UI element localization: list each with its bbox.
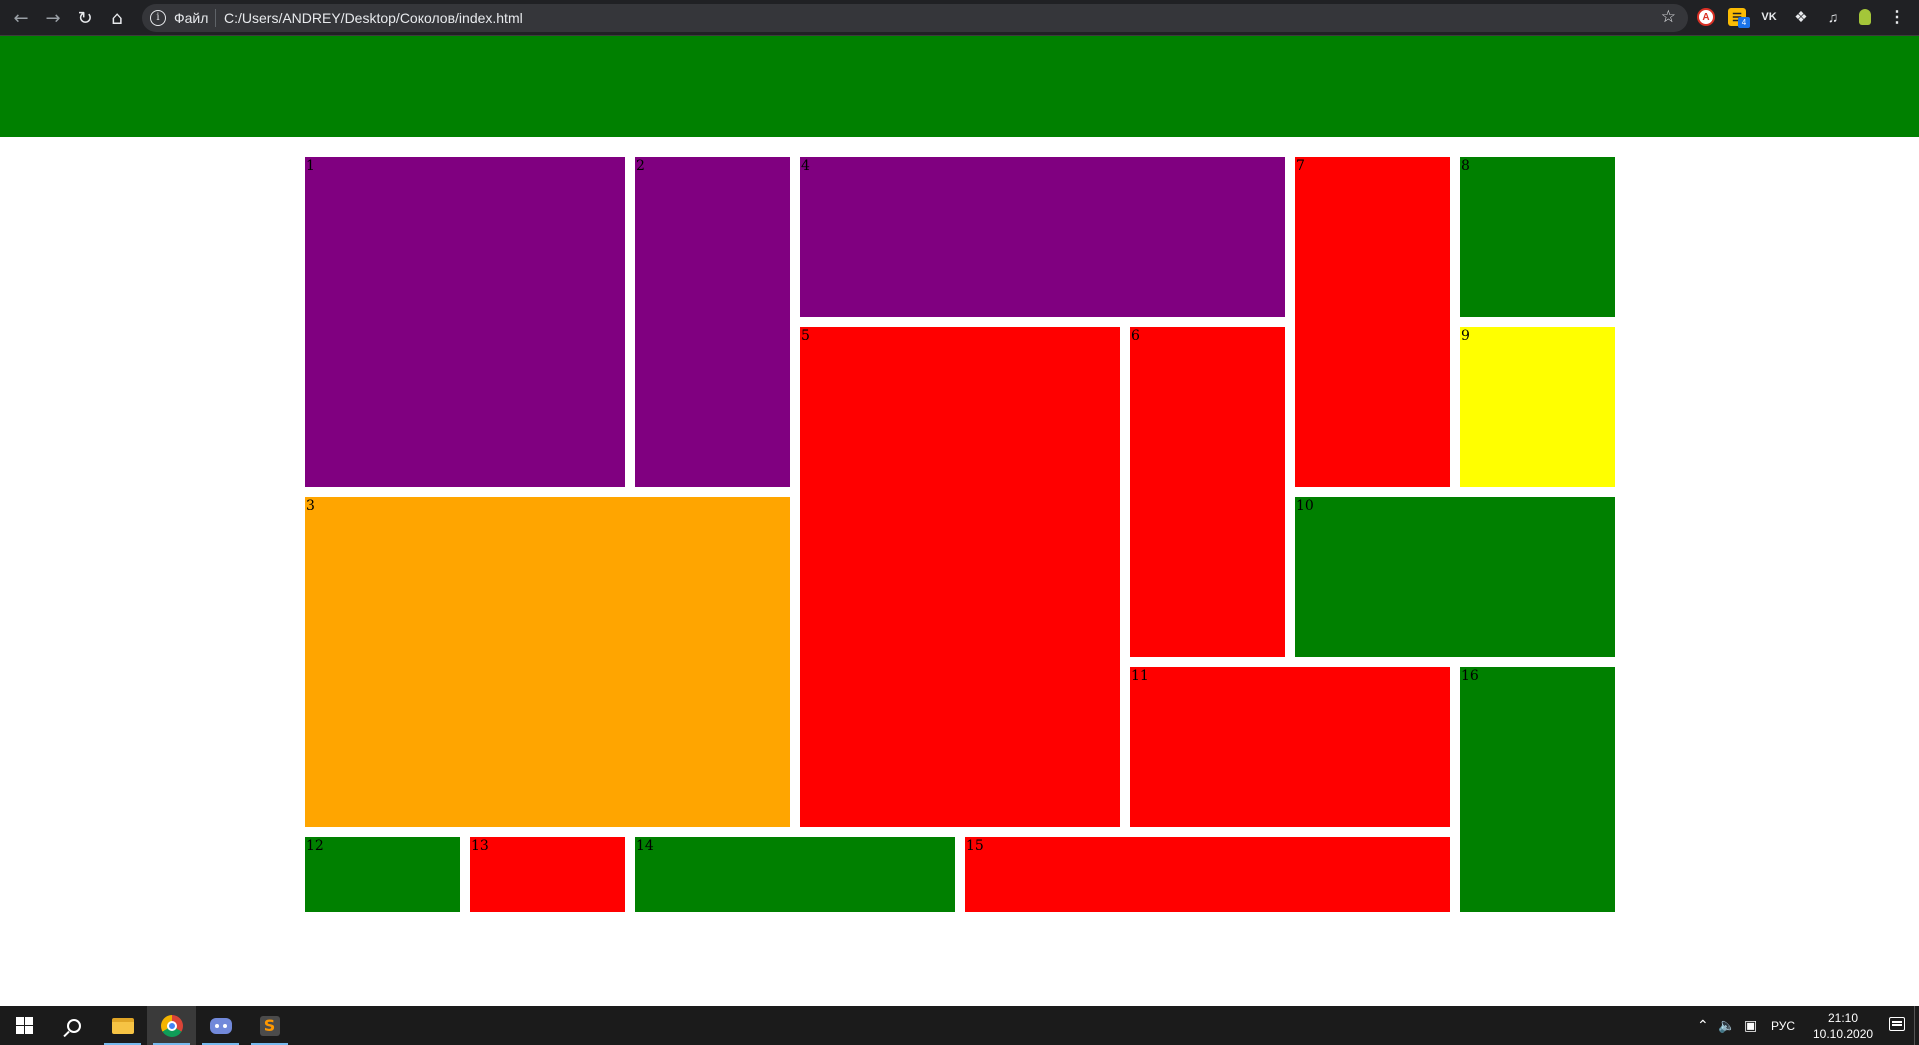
block-8: 8 xyxy=(1460,157,1615,317)
home-icon[interactable]: ⌂ xyxy=(105,6,129,30)
block-10: 10 xyxy=(1295,497,1615,657)
android-icon[interactable] xyxy=(1856,8,1874,26)
address-divider xyxy=(215,9,216,27)
chevron-up-icon[interactable]: ⌃ xyxy=(1697,1006,1709,1045)
url-text[interactable]: C:/Users/ANDREY/Desktop/Соколов/index.ht… xyxy=(224,8,523,28)
block-5: 5 xyxy=(800,327,1120,827)
clock-time: 21:10 xyxy=(1827,1011,1859,1025)
block-15: 15 xyxy=(965,837,1450,912)
show-desktop-button[interactable] xyxy=(1914,1006,1919,1045)
arrow-right-icon[interactable]: → xyxy=(41,6,65,30)
notification-center-icon[interactable] xyxy=(1889,1017,1905,1031)
address-bar[interactable]: i Файл C:/Users/ANDREY/Desktop/Соколов/i… xyxy=(142,4,1688,32)
browser-toolbar: ← → ↻ ⌂ i Файл C:/Users/ANDREY/Desktop/С… xyxy=(0,0,1919,36)
block-4: 4 xyxy=(800,157,1285,317)
block-7: 7 xyxy=(1295,157,1450,487)
chrome-icon[interactable] xyxy=(147,1006,196,1045)
volume-icon[interactable]: 🔈 xyxy=(1718,1006,1735,1045)
vk-icon[interactable]: VK xyxy=(1760,8,1778,26)
network-icon[interactable]: ▣ xyxy=(1744,1006,1757,1045)
discord-icon[interactable] xyxy=(196,1006,245,1045)
windows-taskbar: S ⌃ 🔈 ▣ РУС 21:10 10.10.2020 xyxy=(0,1006,1919,1045)
start-icon[interactable] xyxy=(0,1006,49,1045)
info-icon[interactable]: i xyxy=(150,10,166,26)
menu-kebab-icon[interactable]: ⋮ xyxy=(1888,8,1906,26)
block-14: 14 xyxy=(635,837,955,912)
playlist-icon[interactable]: ♫ xyxy=(1824,8,1842,26)
block-13: 13 xyxy=(470,837,625,912)
block-grid: 1 2 3 4 5 6 7 8 9 10 11 12 13 14 15 16 xyxy=(0,137,1919,1006)
sublime-text-icon[interactable]: S xyxy=(245,1006,294,1045)
notes-extension[interactable]: ☰ 4 xyxy=(1728,8,1750,28)
block-12: 12 xyxy=(305,837,460,912)
block-2: 2 xyxy=(635,157,790,487)
block-11: 11 xyxy=(1130,667,1450,827)
arrow-left-icon[interactable]: ← xyxy=(9,6,33,30)
puzzle-icon[interactable]: ❖ xyxy=(1792,8,1810,26)
extension-badge: 4 xyxy=(1738,17,1750,28)
block-16: 16 xyxy=(1460,667,1615,912)
block-6: 6 xyxy=(1130,327,1285,657)
language-indicator[interactable]: РУС xyxy=(1771,1006,1795,1045)
site-info-chip[interactable]: Файл xyxy=(174,8,208,28)
file-explorer-icon[interactable] xyxy=(98,1006,147,1045)
bookmark-star-icon[interactable]: ☆ xyxy=(1661,7,1676,27)
adblock-icon[interactable]: A xyxy=(1697,8,1715,26)
search-icon[interactable] xyxy=(49,1006,98,1045)
block-9: 9 xyxy=(1460,327,1615,487)
system-clock[interactable]: 21:10 10.10.2020 xyxy=(1813,1010,1873,1042)
block-1: 1 xyxy=(305,157,625,487)
reload-icon[interactable]: ↻ xyxy=(73,6,97,30)
clock-date: 10.10.2020 xyxy=(1813,1027,1874,1041)
block-3: 3 xyxy=(305,497,790,827)
page-header xyxy=(0,36,1919,137)
